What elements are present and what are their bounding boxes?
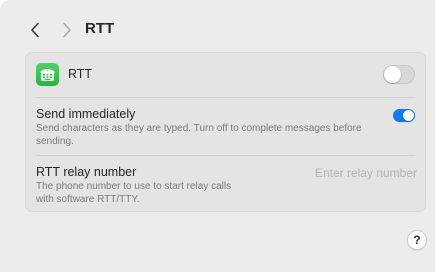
relay-number-input[interactable] [297,163,417,183]
help-button[interactable]: ? [407,230,427,250]
chevron-left-icon [31,22,39,38]
toggle-knob [403,110,414,121]
send-immediately-row: Send immediately Send characters as they… [26,97,425,155]
page-title: RTT [85,20,115,37]
toggle-knob [384,66,401,83]
send-immediately-title: Send immediately [36,107,136,121]
rtt-settings-group: RTT Send immediately Send characters as … [25,52,426,212]
back-button[interactable] [25,19,45,41]
chevron-right-icon [63,22,71,38]
send-immediately-toggle[interactable] [393,109,415,122]
rtt-toggle[interactable] [383,65,415,84]
relay-number-row: RTT relay number The phone number to use… [26,155,425,212]
send-immediately-description: Send characters as they are typed. Turn … [36,123,362,147]
relay-number-title: RTT relay number [36,165,137,179]
rtt-label: RTT [68,67,93,81]
settings-window: RTT RTT Send immediately Send characters… [0,0,435,272]
rtt-row: RTT [26,53,425,97]
rtt-phone-icon [36,63,59,86]
relay-number-description: The phone number to use to start relay c… [36,181,232,205]
toolbar: RTT [0,0,435,58]
forward-button[interactable] [57,19,77,41]
